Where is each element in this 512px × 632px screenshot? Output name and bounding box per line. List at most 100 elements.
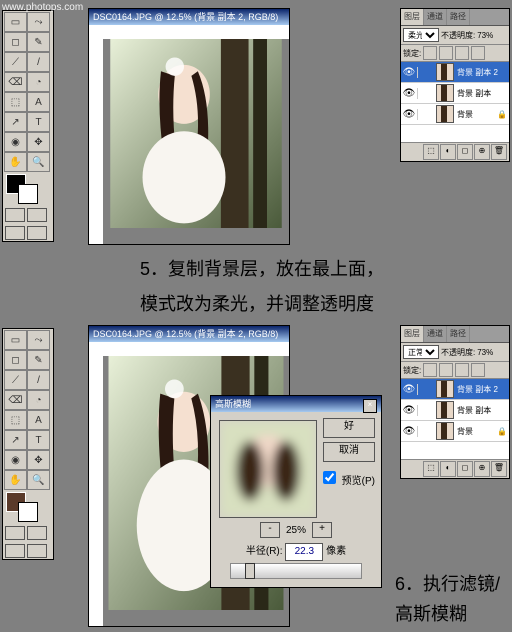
new-layer-icon[interactable]: ⊕ [474,461,490,477]
tool-brush[interactable]: ◔ [27,72,50,92]
tool-eraser[interactable]: ↗ [4,112,27,132]
tool-marquee[interactable]: ▭ [4,12,27,32]
tool-crop[interactable]: ⟋ [4,370,27,390]
opacity-value[interactable]: 73% [477,348,493,357]
layer-row[interactable]: 👁 背景 副本 [401,83,509,104]
fx-icon[interactable]: ⬚ [423,461,439,477]
caption-5b: 模式改为柔光，并调整透明度 [140,290,374,316]
tool-stamp[interactable]: ⬚ [4,410,27,430]
tool-lasso[interactable]: ◻ [4,32,27,52]
radius-label: 半径(R): [246,546,283,557]
visibility-icon[interactable]: 👁 [401,405,418,416]
blend-mode-select[interactable]: 柔光 [403,28,439,42]
layer-row[interactable]: 👁 背景 副本 2 [401,379,509,400]
tool-slice[interactable]: / [27,370,50,390]
layer-name: 背景 副本 2 [457,67,509,78]
layer-row[interactable]: 👁 背景 副本 2 [401,62,509,83]
tab-paths[interactable]: 路径 [447,326,470,342]
visibility-icon[interactable]: 👁 [401,426,418,437]
doc1-canvas[interactable] [103,39,289,244]
tab-paths[interactable]: 路径 [447,9,470,25]
zoom-value: 25% [286,525,306,536]
lock-pixels-icon[interactable] [439,46,453,60]
tool-history[interactable]: A [27,410,50,430]
lock-label: 锁定: [403,48,421,59]
background-swatch[interactable] [18,502,38,522]
lock-position-icon[interactable] [455,363,469,377]
tool-wand[interactable]: ✎ [27,350,50,370]
trash-icon[interactable]: 🗑 [491,461,507,477]
tool-history[interactable]: A [27,92,50,112]
new-layer-icon[interactable]: ⊕ [474,144,490,160]
zoom-out-button[interactable]: - [260,522,280,538]
doc2-titlebar[interactable]: DSC0164.JPG @ 12.5% (背景 副本 2, RGB/8) [89,326,289,342]
layer-row[interactable]: 👁 背景 🔒 [401,104,509,125]
dialog-titlebar[interactable]: 高斯模糊 × [211,396,381,412]
tab-layers[interactable]: 图层 [401,9,424,25]
slider-thumb[interactable] [245,563,255,579]
visibility-icon[interactable]: 👁 [401,109,418,120]
tool-hand[interactable]: ✋ [4,470,27,490]
folder-icon[interactable]: ◻ [457,144,473,160]
tool-heal[interactable]: ⌫ [4,72,27,92]
mode-switches[interactable] [4,208,48,222]
tool-heal[interactable]: ⌫ [4,390,27,410]
tool-move[interactable]: ⤳ [27,12,50,32]
tool-pen[interactable]: ◉ [4,450,27,470]
tool-eraser[interactable]: ↗ [4,430,27,450]
tool-type[interactable]: T [27,112,50,132]
folder-icon[interactable]: ◻ [457,461,473,477]
cancel-button[interactable]: 取消 [323,442,375,462]
visibility-icon[interactable]: 👁 [401,88,418,99]
lock-transparent-icon[interactable] [423,46,437,60]
mode-switches[interactable] [4,526,48,540]
tool-shape[interactable]: ✥ [27,450,50,470]
opacity-value[interactable]: 73% [477,31,493,40]
lock-all-icon[interactable] [471,46,485,60]
blend-mode-select[interactable]: 正常 [403,345,439,359]
panel2-tabs: 图层 通道 路径 [401,326,509,343]
screen-switches[interactable] [4,226,48,240]
lock-pixels-icon[interactable] [439,363,453,377]
screen-switches[interactable] [4,544,48,558]
fx-icon[interactable]: ⬚ [423,144,439,160]
tool-wand[interactable]: ✎ [27,32,50,52]
ok-button[interactable]: 好 [323,418,375,438]
visibility-icon[interactable]: 👁 [401,67,418,78]
tool-slice[interactable]: / [27,52,50,72]
tool-crop[interactable]: ⟋ [4,52,27,72]
tool-shape[interactable]: ✥ [27,132,50,152]
lock-all-icon[interactable] [471,363,485,377]
tab-layers[interactable]: 图层 [401,326,424,342]
tool-brush[interactable]: ◔ [27,390,50,410]
doc1-titlebar[interactable]: DSC0164.JPG @ 12.5% (背景 副本 2, RGB/8) [89,9,289,25]
tool-hand[interactable]: ✋ [4,152,27,172]
blur-preview[interactable] [219,420,317,518]
radius-input[interactable] [285,543,323,561]
preview-checkbox[interactable]: 预览(P) [319,468,375,487]
mask-icon[interactable]: ◐ [440,144,456,160]
lock-position-icon[interactable] [455,46,469,60]
caption-5a: 5．复制背景层，放在最上面， [140,255,384,281]
tool-zoom[interactable]: 🔍 [27,152,50,172]
tool-zoom[interactable]: 🔍 [27,470,50,490]
background-swatch[interactable] [18,184,38,204]
layers-panel-2: 图层 通道 路径 正常 不透明度: 73% 锁定: 👁 背景 副本 2 👁 背景… [400,325,510,479]
layer-row[interactable]: 👁 背景 副本 [401,400,509,421]
trash-icon[interactable]: 🗑 [491,144,507,160]
visibility-icon[interactable]: 👁 [401,384,418,395]
mask-icon[interactable]: ◐ [440,461,456,477]
close-icon[interactable]: × [363,399,377,413]
layer-row[interactable]: 👁 背景 🔒 [401,421,509,442]
radius-slider[interactable] [230,563,362,579]
tab-channels[interactable]: 通道 [424,326,447,342]
tool-move[interactable]: ⤳ [27,330,50,350]
tool-stamp[interactable]: ⬚ [4,92,27,112]
tool-pen[interactable]: ◉ [4,132,27,152]
tool-marquee[interactable]: ▭ [4,330,27,350]
tab-channels[interactable]: 通道 [424,9,447,25]
tool-lasso[interactable]: ◻ [4,350,27,370]
tool-type[interactable]: T [27,430,50,450]
zoom-in-button[interactable]: + [312,522,332,538]
lock-transparent-icon[interactable] [423,363,437,377]
